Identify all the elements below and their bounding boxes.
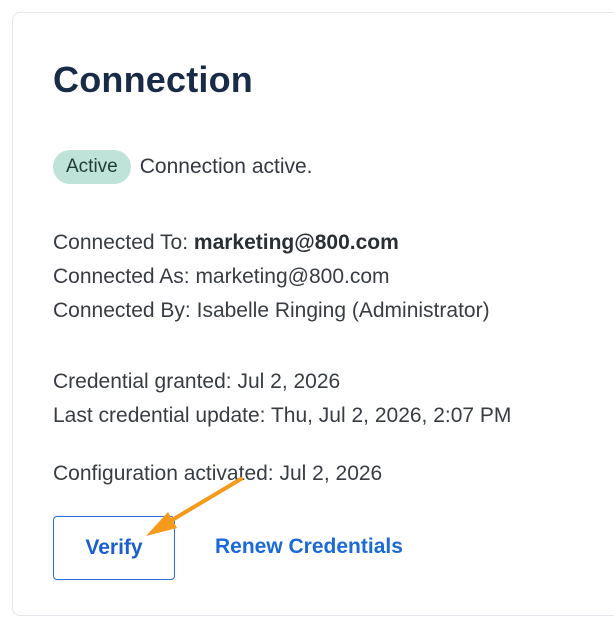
connected-by-line: Connected By: Isabelle Ringing (Administ… (53, 294, 490, 328)
credential-granted-value: Jul 2, 2026 (237, 370, 341, 393)
connection-card: Connection Active Connection active. Con… (12, 12, 614, 616)
credential-details: Credential granted: Jul 2, 2026 Last cre… (53, 365, 511, 433)
connection-details: Connected To: marketing@800.com Connecte… (53, 226, 490, 328)
renew-credentials-link[interactable]: Renew Credentials (215, 535, 403, 559)
connected-as-line: Connected As: marketing@800.com (53, 260, 490, 294)
status-badge: Active (53, 150, 131, 184)
credential-granted-line: Credential granted: Jul 2, 2026 (53, 365, 511, 399)
credential-updated-label: Last credential update: (53, 404, 266, 427)
connected-to-label: Connected To: (53, 231, 189, 254)
status-row: Active Connection active. (53, 149, 313, 185)
credential-updated-value: Thu, Jul 2, 2026, 2:07 PM (270, 404, 512, 427)
connected-to-line: Connected To: marketing@800.com (53, 226, 490, 260)
status-text: Connection active. (139, 155, 313, 178)
connected-by-value: Isabelle Ringing (Administrator) (196, 299, 490, 322)
connected-as-value: marketing@800.com (195, 265, 390, 288)
configuration-activated-value: Jul 2, 2026 (279, 462, 383, 485)
configuration-activated-label: Configuration activated: (53, 462, 274, 485)
credential-updated-line: Last credential update: Thu, Jul 2, 2026… (53, 399, 511, 433)
connected-by-label: Connected By: (53, 299, 191, 322)
connected-to-value: marketing@800.com (193, 231, 399, 254)
card-title: Connection (53, 59, 253, 100)
verify-button[interactable]: Verify (53, 516, 175, 580)
configuration-details: Configuration activated: Jul 2, 2026 (53, 457, 382, 491)
credential-granted-label: Credential granted: (53, 370, 232, 393)
connected-as-label: Connected As: (53, 265, 190, 288)
configuration-activated-line: Configuration activated: Jul 2, 2026 (53, 457, 382, 491)
